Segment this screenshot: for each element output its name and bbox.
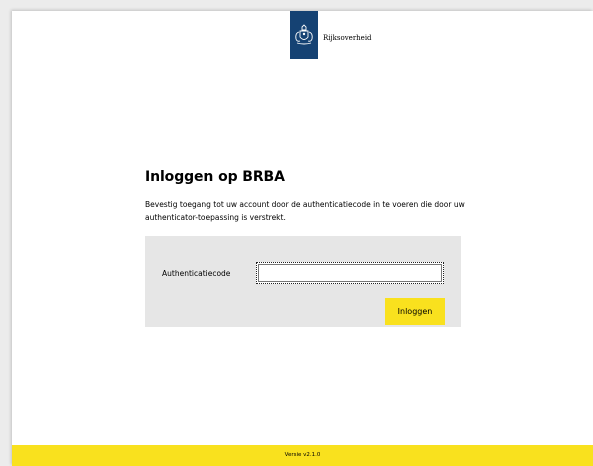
intro-text: Bevestig toegang tot uw account door de … <box>145 200 465 222</box>
version-text: Versie v2.1.0 <box>284 452 321 458</box>
page: Rijksoverheid Inloggen op BRBA Bevestig … <box>12 11 593 466</box>
rijksoverheid-logo: Rijksoverheid <box>290 11 372 59</box>
authentication-code-input[interactable] <box>256 262 444 284</box>
coat-of-arms-icon <box>290 11 318 59</box>
footer: Versie v2.1.0 <box>12 445 593 466</box>
logo-text: Rijksoverheid <box>323 34 372 42</box>
login-button[interactable]: Inloggen <box>385 298 445 325</box>
login-form-panel: Authenticatiecode Inloggen <box>145 236 461 327</box>
authentication-code-label: Authenticatiecode <box>162 269 231 278</box>
browser-viewport: Rijksoverheid Inloggen op BRBA Bevestig … <box>0 0 593 466</box>
page-title: Inloggen op BRBA <box>145 169 285 185</box>
